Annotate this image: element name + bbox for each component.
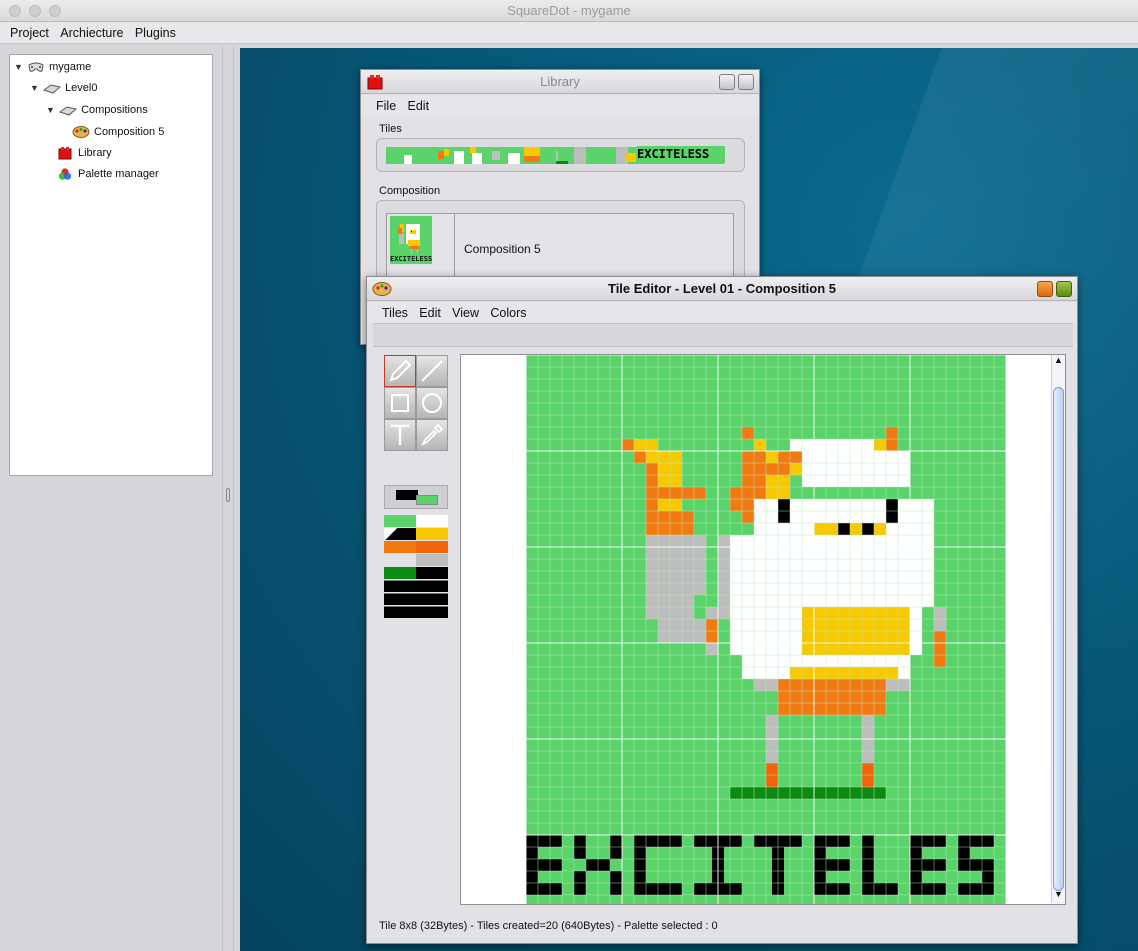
library-title: Library — [540, 74, 580, 89]
expand-arrow-icon[interactable]: ▼ — [46, 101, 56, 119]
palette-swatch[interactable] — [384, 580, 416, 592]
tree-label: Library — [78, 147, 112, 159]
palette-swatch[interactable] — [416, 528, 448, 540]
tile-editor-menubar: Tiles Edit View Colors — [367, 302, 1077, 324]
tiles-strip-text: EXCITELESS — [637, 146, 725, 163]
pixel-grid — [526, 355, 1006, 904]
close-window-button[interactable] — [9, 5, 21, 17]
menu-edit[interactable]: Edit — [415, 302, 445, 324]
minimize-button[interactable] — [719, 74, 735, 90]
tree-node-compositions[interactable]: ▼ Compositions — [46, 101, 148, 119]
background-color-swatch[interactable] — [416, 495, 438, 505]
tile-layer-icon — [59, 106, 78, 116]
foreground-color-swatch[interactable] — [396, 490, 418, 500]
rgb-circles-icon — [58, 168, 72, 180]
tree-label: Level0 — [65, 82, 98, 94]
palette-swatch[interactable] — [384, 567, 416, 579]
tree-label: Palette manager — [78, 168, 159, 180]
zoom-window-button[interactable] — [49, 5, 61, 17]
tile-canvas-area[interactable] — [460, 354, 1066, 905]
tile-editor-titlebar[interactable]: Tile Editor - Level 01 - Composition 5 — [367, 277, 1077, 301]
tree-node-mygame[interactable]: ▼ mygame — [14, 58, 91, 76]
thumbnail-text: EXCITELESS — [390, 255, 433, 263]
tree-node-level0[interactable]: ▼ Level0 — [30, 79, 97, 97]
paint-palette-icon — [72, 126, 90, 139]
split-pane-divider[interactable] — [222, 46, 234, 951]
tree-label: Compositions — [81, 104, 148, 116]
tile-editor-window: Tile Editor - Level 01 - Composition 5 T… — [366, 276, 1078, 944]
rectangle-icon — [391, 394, 409, 412]
main-menubar: Project Archiecture Plugins — [0, 22, 1138, 44]
pencil-icon — [389, 359, 412, 382]
splitter-grip[interactable] — [226, 488, 230, 502]
palette-swatch[interactable] — [416, 593, 448, 605]
current-colors-indicator[interactable] — [384, 485, 448, 509]
eyedropper-tool[interactable] — [416, 419, 448, 451]
composition-thumb-cell[interactable]: EXCITELESS — [387, 214, 455, 282]
palette-swatch[interactable] — [384, 528, 416, 540]
status-bar: Tile 8x8 (32Bytes) - Tiles created=20 (6… — [379, 920, 718, 932]
vertical-scrollbar[interactable]: ▲ ▼ — [1051, 355, 1065, 903]
tiles-strip-box: EXCITELESS — [376, 138, 745, 172]
palette-swatch[interactable] — [416, 580, 448, 592]
palette-swatch[interactable] — [384, 593, 416, 605]
rectangle-tool[interactable] — [384, 387, 416, 419]
tree-node-composition-5[interactable]: Composition 5 — [72, 123, 164, 141]
project-tree: ▼ mygame ▼ Level0 ▼ Compositions Composi… — [9, 54, 213, 476]
text-tool[interactable] — [384, 419, 416, 451]
composition-label: Composition — [379, 185, 441, 197]
minimize-window-button[interactable] — [29, 5, 41, 17]
tile-layer-icon — [43, 84, 62, 94]
text-icon — [391, 424, 409, 445]
menu-file[interactable]: File — [372, 95, 400, 117]
palette-swatch[interactable] — [384, 606, 416, 618]
gamepad-icon — [28, 62, 44, 72]
menu-plugins[interactable]: Plugins — [131, 22, 180, 44]
app-titlebar: SquareDot - mygame — [0, 0, 1138, 22]
paint-palette-icon — [372, 282, 392, 296]
pencil-tool[interactable] — [384, 355, 416, 387]
palette-swatch[interactable] — [416, 606, 448, 618]
line-icon — [421, 360, 443, 382]
tiles-label: Tiles — [379, 123, 402, 135]
palette-swatch[interactable] — [416, 567, 448, 579]
tree-label: Composition 5 — [94, 126, 165, 138]
menu-edit[interactable]: Edit — [404, 95, 434, 117]
palette-swatch[interactable] — [416, 554, 448, 566]
tree-label: mygame — [49, 61, 92, 73]
circle-tool[interactable] — [416, 387, 448, 419]
pixel-canvas[interactable] — [526, 355, 1006, 905]
tree-node-palette-manager[interactable]: Palette manager — [56, 165, 159, 183]
tree-node-library[interactable]: Library — [56, 144, 112, 162]
tile-editor-title: Tile Editor - Level 01 - Composition 5 — [607, 281, 837, 296]
menu-project[interactable]: Project — [6, 22, 53, 44]
red-brick-icon — [367, 75, 383, 90]
maximize-button[interactable] — [1056, 281, 1072, 297]
library-menubar: File Edit — [361, 95, 759, 117]
maximize-button[interactable] — [738, 74, 754, 90]
scrollbar-thumb[interactable] — [1053, 387, 1064, 891]
eyedropper-icon — [420, 423, 444, 447]
red-brick-icon — [58, 147, 72, 160]
composition-name[interactable]: Composition 5 — [464, 242, 541, 256]
editor-toolbar — [373, 323, 1073, 347]
scroll-down-arrow-icon[interactable]: ▼ — [1053, 889, 1064, 903]
palette-swatch[interactable] — [416, 515, 448, 527]
palette-swatch[interactable] — [384, 541, 416, 553]
menu-architecture[interactable]: Archiecture — [56, 22, 127, 44]
line-tool[interactable] — [416, 355, 448, 387]
palette-swatch[interactable] — [384, 515, 416, 527]
menu-tiles[interactable]: Tiles — [378, 302, 412, 324]
scroll-up-arrow-icon[interactable]: ▲ — [1053, 355, 1064, 369]
expand-arrow-icon[interactable]: ▼ — [30, 79, 40, 97]
circle-icon — [422, 393, 442, 413]
menu-view[interactable]: View — [448, 302, 483, 324]
menu-colors[interactable]: Colors — [486, 302, 530, 324]
minimize-button[interactable] — [1037, 281, 1053, 297]
palette-swatch[interactable] — [416, 541, 448, 553]
expand-arrow-icon[interactable]: ▼ — [14, 58, 24, 76]
app-title: SquareDot - mygame — [507, 3, 631, 18]
library-titlebar[interactable]: Library — [361, 70, 759, 94]
